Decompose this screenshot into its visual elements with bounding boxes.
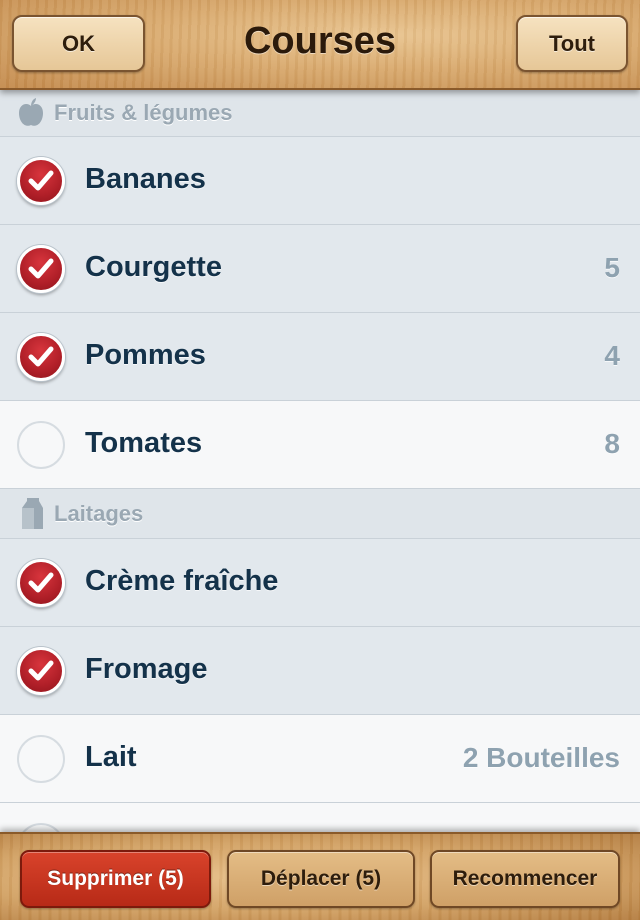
bottom-toolbar: Supprimer (5) Déplacer (5) Recommencer [0,832,640,920]
section-title: Laitages [54,500,144,526]
shopping-list: Fruits & légumes Bananes Courgette 5 Pom… [0,90,640,891]
checkmark-icon [28,660,54,681]
item-name: Bananes [85,163,206,195]
checked-checkbox[interactable] [17,245,65,293]
checkmark-icon [28,170,54,191]
item-name: Tomates [85,427,203,459]
section-header-dairy: Laitages [0,489,640,539]
item-name: Crème fraîche [85,565,279,597]
ok-button[interactable]: OK [12,15,145,72]
checkmark-icon [28,346,54,367]
list-item[interactable]: Courgette 5 [0,225,640,313]
item-name: Fromage [85,653,208,685]
list-item[interactable]: Crème fraîche [0,539,640,627]
checked-checkbox[interactable] [17,333,65,381]
checked-checkbox[interactable] [17,647,65,695]
list-item[interactable]: Fromage [0,627,640,715]
unchecked-checkbox[interactable] [17,735,65,783]
item-name: Pommes [85,339,206,371]
section-header-fruits: Fruits & légumes [0,90,640,137]
item-name: Courgette [85,251,222,283]
item-quantity: 8 [604,428,620,459]
list-item[interactable]: Pommes 4 [0,313,640,401]
all-button[interactable]: Tout [516,15,628,72]
unchecked-checkbox[interactable] [17,421,65,469]
move-button[interactable]: Déplacer (5) [227,850,415,908]
delete-button[interactable]: Supprimer (5) [20,850,211,908]
restart-button[interactable]: Recommencer [430,850,620,908]
checked-checkbox[interactable] [17,157,65,205]
milk-carton-icon [16,497,46,529]
item-quantity: 4 [604,340,620,371]
navigation-bar: OK Courses Tout [0,0,640,90]
page-title: Courses [243,20,397,62]
apple-icon [16,98,46,128]
checkmark-icon [28,572,54,593]
list-item[interactable]: Bananes [0,137,640,225]
list-item[interactable]: Lait 2 Bouteilles [0,715,640,803]
item-quantity: 5 [604,252,620,283]
checked-checkbox[interactable] [17,559,65,607]
section-title: Fruits & légumes [54,100,233,125]
item-quantity: 2 Bouteilles [462,742,620,773]
item-name: Lait [85,741,137,773]
list-item[interactable]: Tomates 8 [0,401,640,489]
checkmark-icon [28,258,54,279]
